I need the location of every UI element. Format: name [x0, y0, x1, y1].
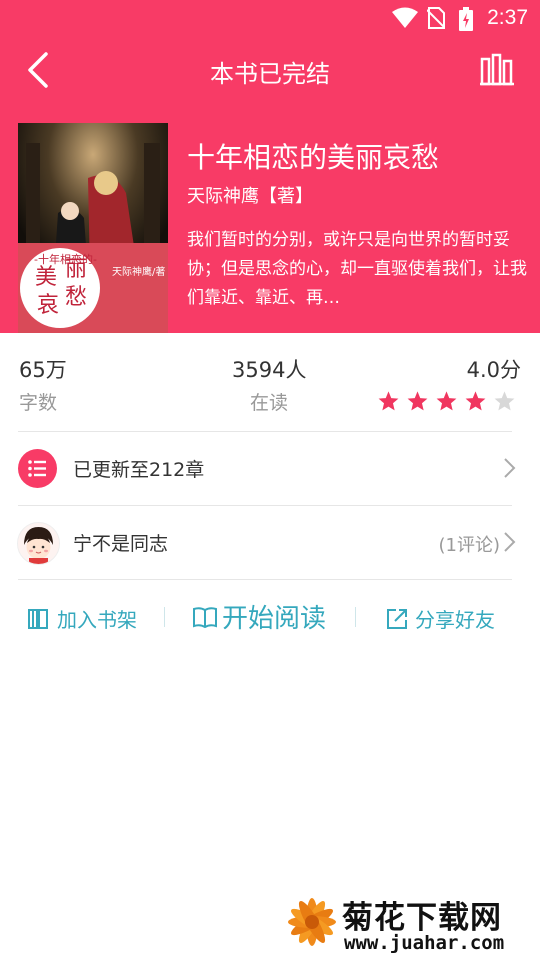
- book-title: 十年相恋的美丽哀愁: [187, 141, 440, 174]
- watermark-name: 菊花下载网: [342, 900, 502, 936]
- score-value: 4.0分: [466, 358, 521, 382]
- battery-icon: [459, 7, 473, 31]
- top-bar: 本书已完结: [0, 40, 540, 100]
- star-filled-icon: [407, 391, 428, 411]
- book-stats: 65万 字数 3594人 在读 4.0分: [0, 352, 540, 422]
- watermark-url: www.juahar.com: [344, 932, 505, 954]
- clock: 2:37: [487, 6, 528, 29]
- divider: [18, 505, 512, 506]
- start-reading-button[interactable]: 开始阅读: [192, 598, 326, 635]
- chapter-list-icon: [18, 449, 57, 488]
- cover-char-2: 丽: [65, 257, 88, 282]
- comment-count: (1评论): [438, 535, 501, 556]
- share-label: 分享好友: [415, 608, 495, 632]
- page-title: 本书已完结: [210, 60, 330, 88]
- share-icon: [387, 608, 407, 629]
- separator: [164, 607, 165, 627]
- book-description: 我们暂时的分别，或许只是向世界的暂时妥协；但是思念的心，却一直驱使着我们，让我们…: [187, 230, 527, 308]
- chrysanthemum-logo-icon: [288, 898, 336, 946]
- divider: [18, 431, 512, 432]
- share-button[interactable]: 分享好友: [385, 604, 495, 633]
- cover-author-text: 天际神鹰/著: [112, 267, 166, 278]
- star-filled-icon: [378, 391, 399, 411]
- open-book-icon: [193, 606, 217, 628]
- chapter-update-label: 已更新至212章: [73, 459, 205, 481]
- divider: [18, 579, 512, 580]
- cover-char-3: 哀: [37, 293, 60, 318]
- star-empty-icon: [494, 391, 515, 411]
- cover-char-4: 愁: [65, 285, 88, 310]
- separator: [355, 607, 356, 627]
- word-count-label: 字数: [19, 392, 58, 414]
- book-icon: [28, 608, 48, 629]
- watermark: 菊花下载网 www.juahar.com: [284, 890, 530, 960]
- rating-stars: [377, 390, 516, 412]
- start-reading-label: 开始阅读: [222, 604, 327, 634]
- wifi-icon: [392, 7, 418, 28]
- comment-row[interactable]: 宁不是同志 (1评论): [0, 507, 540, 579]
- chapter-list-row[interactable]: 已更新至212章: [0, 433, 540, 505]
- chevron-right-icon: [504, 458, 516, 478]
- no-sim-icon: [427, 7, 445, 29]
- book-author[interactable]: 天际神鹰【著】: [187, 182, 313, 208]
- action-bar: 加入书架 开始阅读 分享好友: [0, 596, 540, 640]
- avatar: [17, 522, 60, 565]
- cover-main-title: 美 丽 哀 愁: [35, 257, 89, 323]
- book-cover[interactable]: -十年相恋的- 美 丽 哀 愁 天际神鹰/著: [18, 123, 168, 333]
- cover-char-1: 美: [35, 265, 58, 290]
- add-to-shelf-label: 加入书架: [57, 608, 137, 632]
- readers-value: 3594人: [232, 358, 307, 382]
- star-filled-icon: [465, 391, 486, 411]
- bookshelf-icon[interactable]: [480, 52, 514, 86]
- book-header: 2:37 本书已完结 -十年相恋的- 美 丽 哀 愁 天际神鹰/著 十年相恋的美…: [0, 0, 540, 333]
- commenter-name: 宁不是同志: [73, 533, 169, 555]
- status-bar: 2:37: [0, 0, 540, 36]
- readers-label: 在读: [250, 392, 289, 414]
- star-filled-icon: [436, 391, 457, 411]
- chevron-right-icon: [504, 532, 516, 552]
- word-count-value: 65万: [19, 358, 67, 382]
- add-to-shelf-button[interactable]: 加入书架: [27, 604, 137, 633]
